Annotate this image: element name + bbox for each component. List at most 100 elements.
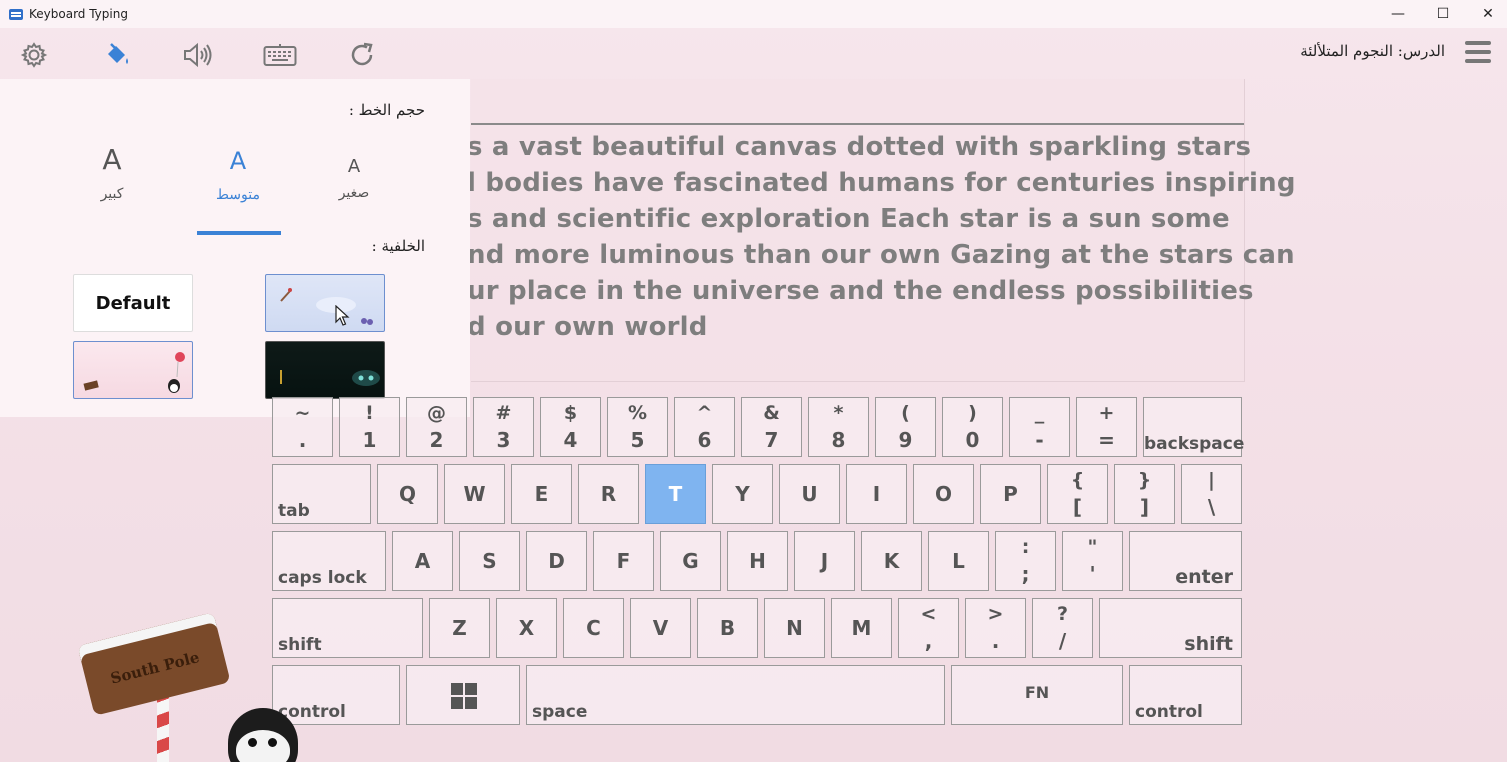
key-p[interactable]: P [980, 464, 1041, 524]
minimize-button[interactable]: — [1375, 0, 1421, 28]
key-windows[interactable] [406, 665, 520, 725]
appearance-settings-panel: حجم الخط : A كبير A متوسط A صغير الخلفية… [0, 79, 470, 417]
key-0[interactable]: ) 0 [942, 397, 1003, 457]
key-bottom-char: 9 [898, 428, 913, 452]
medium-label: متوسط [216, 187, 260, 203]
key-backslash[interactable]: | \ [1181, 464, 1242, 524]
key-right-bracket[interactable]: } ] [1114, 464, 1175, 524]
key-space[interactable]: space [526, 665, 945, 725]
key-bottom-char: 1 [362, 428, 377, 452]
key-v[interactable]: V [630, 598, 691, 658]
key-e[interactable]: E [511, 464, 572, 524]
key-t-highlighted[interactable]: T [645, 464, 706, 524]
key-o[interactable]: O [913, 464, 974, 524]
key-u[interactable]: U [779, 464, 840, 524]
large-a-glyph: A [102, 143, 122, 176]
font-size-large-option[interactable]: A كبير [77, 143, 147, 202]
key-m[interactable]: M [831, 598, 892, 658]
key-tilde[interactable]: ~ . [272, 397, 333, 457]
key-a[interactable]: A [392, 531, 453, 591]
key-n[interactable]: N [764, 598, 825, 658]
speaker-icon[interactable] [181, 38, 215, 72]
typing-text: s a vast beautiful canvas dotted with sp… [467, 129, 1296, 345]
maximize-button[interactable]: ☐ [1420, 0, 1466, 28]
background-night-option[interactable] [265, 341, 385, 399]
small-label: صغير [338, 185, 370, 201]
key-x[interactable]: X [496, 598, 557, 658]
key-k[interactable]: K [861, 531, 922, 591]
font-size-small-option[interactable]: A صغير [324, 156, 384, 201]
key-backspace[interactable]: backspace [1143, 397, 1245, 457]
key-s[interactable]: S [459, 531, 520, 591]
small-a-glyph: A [347, 156, 361, 177]
key-control-right[interactable]: control [1129, 665, 1242, 725]
key-1[interactable]: ! 1 [339, 397, 400, 457]
key-top-char: % [627, 402, 648, 424]
key-char: I [872, 482, 881, 506]
key-top-char: # [495, 402, 512, 424]
key-6[interactable]: ^ 6 [674, 397, 735, 457]
keyboard-icon[interactable] [263, 38, 297, 72]
key-shift-left[interactable]: shift [272, 598, 423, 658]
key-period[interactable]: > . [965, 598, 1026, 658]
key-h[interactable]: H [727, 531, 788, 591]
background-south-pole-option[interactable] [73, 341, 193, 399]
paint-bucket-icon[interactable] [100, 38, 134, 72]
key-r[interactable]: R [578, 464, 639, 524]
key-w[interactable]: W [444, 464, 505, 524]
key-i[interactable]: I [846, 464, 907, 524]
key-j[interactable]: J [794, 531, 855, 591]
key-char: T [668, 482, 683, 506]
key-fn[interactable]: FN [951, 665, 1123, 725]
key-semicolon[interactable]: : ; [995, 531, 1056, 591]
key-control-left[interactable]: control [272, 665, 400, 725]
hamburger-menu-icon[interactable] [1465, 41, 1491, 67]
key-comma[interactable]: < , [898, 598, 959, 658]
key-y[interactable]: Y [712, 464, 773, 524]
key-char: E [534, 482, 549, 506]
key-minus[interactable]: _ - [1009, 397, 1070, 457]
close-button[interactable]: ✕ [1465, 0, 1507, 28]
key-equals[interactable]: + = [1076, 397, 1137, 457]
key-caps-lock[interactable]: caps lock [272, 531, 386, 591]
key-b[interactable]: B [697, 598, 758, 658]
sign-text: South Pole [108, 648, 202, 688]
key-2[interactable]: @ 2 [406, 397, 467, 457]
key-q[interactable]: Q [377, 464, 438, 524]
key-quote[interactable]: " ' [1062, 531, 1123, 591]
key-z[interactable]: Z [429, 598, 490, 658]
key-c[interactable]: C [563, 598, 624, 658]
key-enter[interactable]: enter [1129, 531, 1242, 591]
key-l[interactable]: L [928, 531, 989, 591]
key-slash[interactable]: ? / [1032, 598, 1093, 658]
key-left-bracket[interactable]: { [ [1047, 464, 1108, 524]
key-top-char: & [763, 402, 780, 424]
lesson-title: الدرس: النجوم المتلألئة [1300, 42, 1445, 60]
background-clouds-option[interactable] [265, 274, 385, 332]
app-icon [9, 8, 23, 20]
key-tab[interactable]: tab [272, 464, 371, 524]
font-size-label: حجم الخط : [348, 101, 425, 119]
key-bottom-char: . [991, 629, 1000, 653]
key-label: FN [1024, 683, 1050, 702]
key-8[interactable]: * 8 [808, 397, 869, 457]
key-7[interactable]: & 7 [741, 397, 802, 457]
key-bottom-char: \ [1207, 495, 1216, 519]
key-d[interactable]: D [526, 531, 587, 591]
key-top-char: ( [901, 402, 910, 424]
key-top-char: { [1070, 469, 1085, 491]
key-4[interactable]: $ 4 [540, 397, 601, 457]
key-9[interactable]: ( 9 [875, 397, 936, 457]
refresh-icon[interactable] [345, 38, 379, 72]
key-char: Z [452, 616, 467, 640]
key-f[interactable]: F [593, 531, 654, 591]
background-default-option[interactable]: Default [73, 274, 193, 332]
key-g[interactable]: G [660, 531, 721, 591]
sign-post [157, 690, 169, 762]
key-label: backspace [1144, 434, 1245, 454]
gear-icon[interactable] [17, 38, 51, 72]
font-size-medium-option[interactable]: A متوسط [202, 147, 274, 203]
key-3[interactable]: # 3 [473, 397, 534, 457]
key-5[interactable]: % 5 [607, 397, 668, 457]
key-shift-right[interactable]: shift [1099, 598, 1242, 658]
